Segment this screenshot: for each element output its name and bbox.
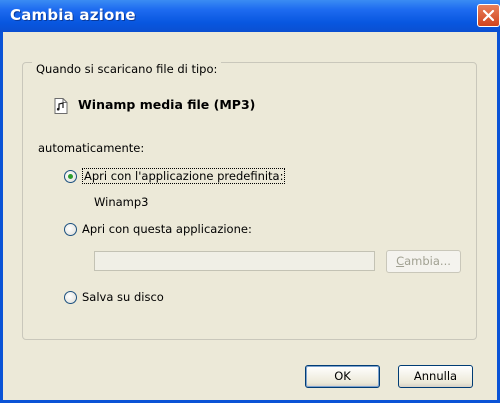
radio-save-to-disk[interactable] [64,291,77,304]
radio-open-default-label[interactable]: Apri con l'applicazione predefinita: [82,168,286,184]
dialog-title: Cambia azione [10,6,136,24]
file-type-label: Winamp media file (MP3) [78,97,256,112]
open-default-text: Apri con l'applicazione predefinita: [82,168,286,184]
cancel-button[interactable]: Annulla [398,365,473,388]
close-button[interactable] [477,4,500,27]
radio-open-default[interactable] [64,170,77,183]
radio-save-to-disk-label[interactable]: Salva su disco [82,290,164,304]
application-path-field[interactable] [94,251,375,271]
radio-open-with-app[interactable] [64,223,77,236]
change-button[interactable]: Cambia... [386,250,461,273]
radio-open-with-app-label[interactable]: Apri con questa applicazione: [82,222,252,236]
automatic-label: automaticamente: [38,141,145,155]
change-button-label: ambia... [404,254,451,268]
ok-button[interactable]: OK [305,365,380,388]
title-bar[interactable]: Cambia azione [0,0,500,32]
change-button-mnemonic: C [396,254,405,268]
default-app-name: Winamp3 [94,195,149,209]
close-icon [482,9,495,22]
media-file-icon [54,98,68,114]
group-legend: Quando si scaricano file di tipo: [32,62,222,76]
